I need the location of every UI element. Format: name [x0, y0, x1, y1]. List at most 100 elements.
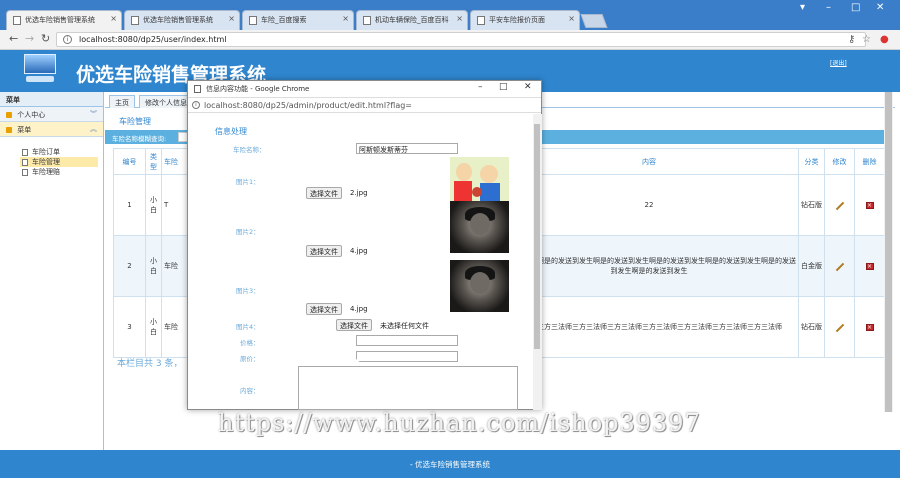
delete-icon[interactable]: ×	[865, 263, 874, 270]
sidebar-item-claims[interactable]: 车险理赔	[22, 167, 103, 177]
pencil-icon[interactable]	[835, 323, 844, 333]
popup-address-bar[interactable]: i localhost:8080/dp25/admin/product/edit…	[188, 97, 541, 113]
info-icon[interactable]: i	[192, 101, 200, 109]
pencil-icon[interactable]	[835, 201, 844, 211]
close-icon[interactable]: ×	[568, 14, 575, 23]
extension-icon[interactable]: ●	[880, 34, 889, 45]
maximize-icon[interactable]: □	[851, 2, 860, 13]
browser-tab-1[interactable]: 优选车险销售管理系统 ×	[6, 10, 122, 30]
content-textarea[interactable]	[298, 366, 518, 410]
section-title: 车险管理	[119, 117, 151, 126]
page-scrollbar[interactable]	[884, 92, 893, 412]
choose-file-button-4[interactable]: 选择文件	[336, 319, 372, 331]
browser-tab-5[interactable]: 平安车险报价页面 ×	[470, 10, 580, 30]
original-price-label: 原价：	[240, 355, 260, 363]
close-icon[interactable]: ×	[110, 14, 117, 23]
chevron-down-icon: ︾	[90, 110, 97, 118]
browser-tab-4[interactable]: 机动车辆保险_百度百科 ×	[356, 10, 468, 30]
cell-id: 2	[113, 235, 146, 297]
pencil-icon[interactable]	[835, 262, 844, 272]
image-preview-3	[450, 260, 509, 312]
name-label: 车险名称：	[233, 146, 266, 154]
maximize-icon[interactable]: □	[499, 82, 508, 92]
delete-icon[interactable]: ×	[865, 324, 874, 331]
edit-button[interactable]	[824, 296, 855, 358]
choose-file-button-3[interactable]: 选择文件	[306, 303, 342, 315]
popup-scrollbar[interactable]	[533, 114, 542, 410]
close-window-icon[interactable]: ✕	[876, 2, 884, 13]
close-icon[interactable]: ×	[228, 14, 235, 23]
key-icon[interactable]: ⚷	[848, 34, 855, 45]
popup-form: 信息处理 车险名称： 阿斯顿发斯蒂芬 图片1： 选择文件 2.jpg 图片2： …	[188, 114, 532, 410]
tab-label: 机动车辆保险_百度百科	[375, 16, 449, 24]
page-icon	[194, 85, 201, 93]
cell-category: 钻石版	[798, 174, 825, 236]
reload-icon[interactable]: ↻	[41, 32, 50, 45]
column-header: 修改	[824, 148, 855, 175]
edit-button[interactable]	[824, 174, 855, 236]
tab-label: 优选车险销售管理系统	[143, 16, 213, 24]
logout-link[interactable]: [退出]	[830, 58, 847, 67]
cell-category: 白金版	[798, 235, 825, 297]
sidebar: 菜单 个人中心 ︾ 菜单 ︽ 车险订单 车险管理 车险理赔	[0, 92, 104, 450]
image4-filename: 未选择任何文件	[380, 322, 429, 330]
edit-popup-window: 信息内容功能 - Google Chrome – □ ✕ i localhost…	[187, 80, 542, 410]
sidebar-group-label: 菜单	[17, 126, 32, 134]
choose-file-button-1[interactable]: 选择文件	[306, 187, 342, 199]
forward-icon[interactable]: →	[25, 32, 34, 45]
sidebar-item-orders[interactable]: 车险订单	[22, 147, 103, 157]
delete-button[interactable]: ×	[854, 235, 885, 297]
browser-tab-2[interactable]: 优选车险销售管理系统 ×	[124, 10, 240, 30]
new-tab-button[interactable]	[580, 14, 608, 28]
back-icon[interactable]: ←	[9, 32, 18, 45]
sidebar-title: 菜单	[0, 92, 103, 107]
sidebar-item-management[interactable]: 车险管理	[20, 157, 98, 167]
image3-label: 图片3：	[236, 287, 260, 295]
image2-filename: 4.jpg	[350, 247, 368, 255]
site-icon	[477, 16, 485, 25]
tab-label: 平安车险报价页面	[489, 16, 545, 24]
form-title: 信息处理	[215, 127, 247, 136]
tab-label: 车险_百度搜索	[261, 16, 307, 24]
content-label: 内容：	[240, 387, 260, 395]
user-icon[interactable]: ▾	[800, 2, 805, 13]
close-window-icon[interactable]: ✕	[524, 82, 532, 92]
cell-type: 小白	[145, 235, 162, 297]
file-icon	[22, 169, 28, 176]
price-input[interactable]	[356, 335, 458, 346]
tab-label: 优选车险销售管理系统	[25, 16, 95, 24]
name-input[interactable]: 阿斯顿发斯蒂芬	[356, 143, 458, 154]
delete-button[interactable]: ×	[854, 174, 885, 236]
info-icon[interactable]: i	[63, 35, 72, 44]
cell-content: 三法师三方三法师三方三法师三方三法师三方三法师三方三法师三方三法师三方三法师	[499, 296, 799, 358]
sidebar-group-label: 个人中心	[17, 111, 46, 119]
sidebar-group-menu[interactable]: 菜单 ︽	[0, 122, 103, 137]
baidu-icon	[249, 16, 257, 25]
choose-file-button-2[interactable]: 选择文件	[306, 245, 342, 257]
browser-tab-3[interactable]: 车险_百度搜索 ×	[242, 10, 354, 30]
file-icon	[22, 159, 28, 166]
file-icon	[22, 149, 28, 156]
cell-id: 1	[113, 174, 146, 236]
minimize-icon[interactable]: –	[478, 82, 483, 92]
column-header: 删除	[854, 148, 885, 175]
original-price-input[interactable]	[356, 351, 458, 362]
minimize-icon[interactable]: –	[826, 2, 831, 13]
address-bar[interactable]: i localhost:8080/dp25/user/index.html	[56, 32, 866, 47]
popup-url: localhost:8080/dp25/admin/product/edit.h…	[204, 101, 413, 110]
sidebar-group-personal[interactable]: 个人中心 ︾	[0, 107, 103, 122]
star-icon[interactable]: ☆	[862, 34, 871, 45]
column-header: 分类	[798, 148, 825, 175]
scrollbar-thumb[interactable]	[885, 92, 892, 412]
delete-button[interactable]: ×	[854, 296, 885, 358]
cell-content: 发生到发生啊是的发送到发生啊是的发送到发生啊是的发送到发生啊是的发送到发生啊是的…	[499, 235, 799, 297]
tab-home[interactable]: 主页	[109, 95, 135, 108]
tab-edit-profile[interactable]: 修改个人信息	[139, 95, 193, 108]
edit-button[interactable]	[824, 235, 855, 297]
close-icon[interactable]: ×	[456, 14, 463, 23]
sidebar-item-label: 车险管理	[32, 158, 60, 166]
close-icon[interactable]: ×	[342, 14, 349, 23]
cell-type: 小白	[145, 174, 162, 236]
scrollbar-thumb[interactable]	[534, 124, 540, 349]
delete-icon[interactable]: ×	[865, 202, 874, 209]
